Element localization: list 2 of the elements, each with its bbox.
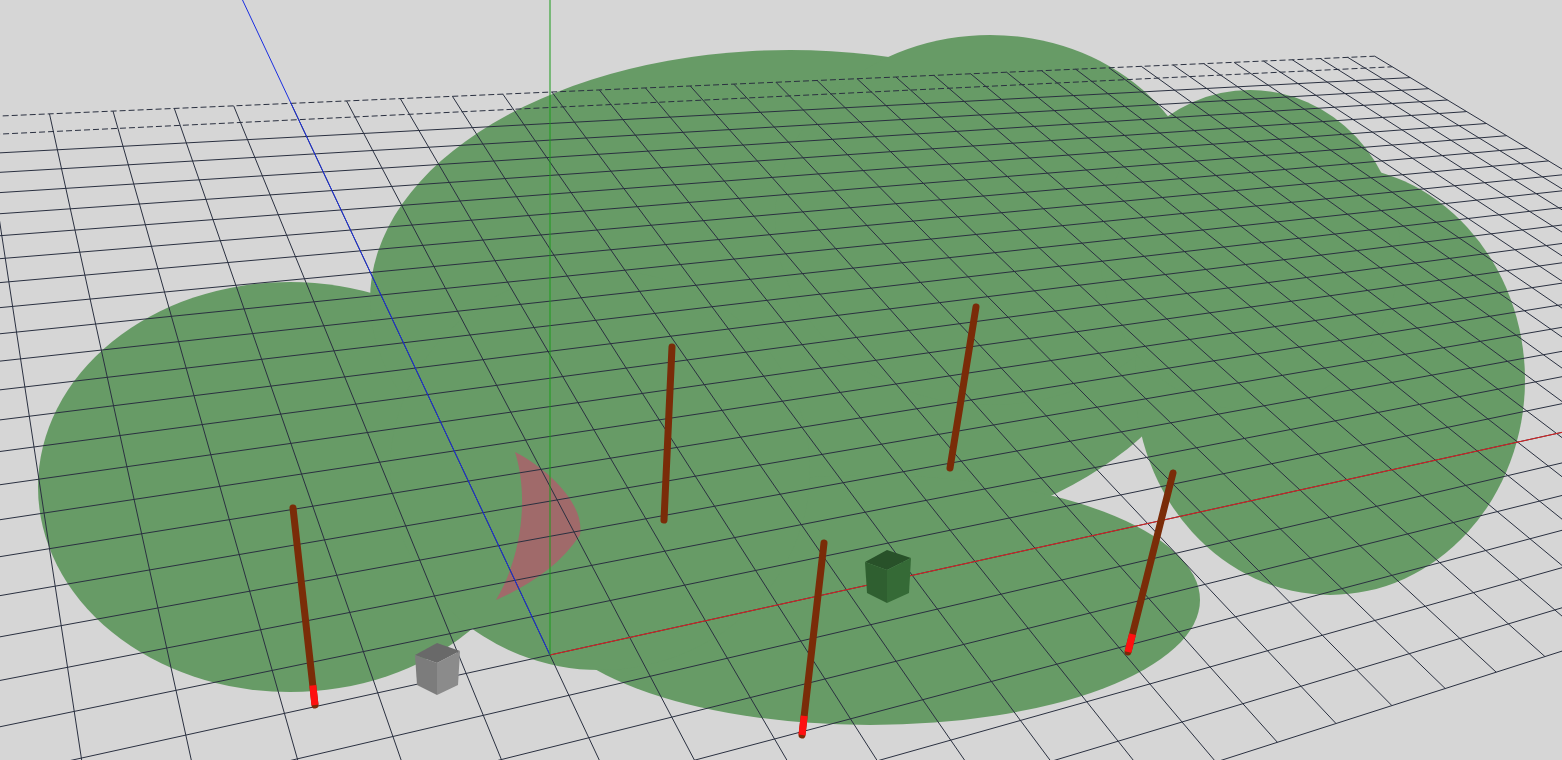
- cube: [415, 643, 460, 695]
- cube: [865, 550, 911, 603]
